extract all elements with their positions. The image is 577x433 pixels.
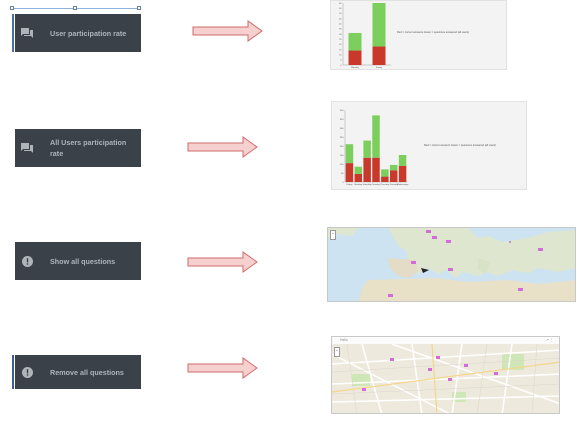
selection-handle[interactable] [137,6,141,10]
y-tick-label: 0 [342,182,344,184]
all-users-participation-rate-button[interactable]: All Users participation rate [15,129,141,167]
y-tick-label: 250 [340,137,344,139]
participation-chart: 605550454035302520151050Monday FridayRed … [339,3,469,69]
x-tick-label: Wednesday [397,184,409,186]
y-tick-label: 20 [339,44,342,46]
y-tick-label: 40 [339,23,342,25]
bar-correct [363,157,371,182]
chart-annotation: Red = correct answers Green = questions … [424,143,496,147]
map-tiles [328,228,575,301]
y-tick-label: 35 [339,29,342,31]
y-tick-label: 60 [339,3,342,5]
right-arrow [192,20,263,42]
y-tick-label: 15 [339,49,342,51]
info-icon [21,366,33,378]
y-tick-label: 0 [340,65,342,67]
user-participation-rate-button[interactable]: User participation rate [12,14,141,52]
bar-answered [372,115,380,158]
button-label: All Users participation rate [50,138,127,158]
bar-correct [372,46,386,65]
all-users-chart-panel: 400 350 300 250 200 150 100 50 0 Friday Monday Satu… [331,101,527,190]
bar-answered [389,164,398,171]
y-tick-label: 10 [339,54,342,56]
right-arrow [187,136,258,158]
y-tick-label: 5 [340,60,342,62]
x-tick-label: Monday [351,67,360,69]
button-label: User participation rate [50,28,127,38]
x-tick-label: Saturday [363,183,373,186]
selection-handle[interactable] [73,6,77,10]
y-tick-label: 350 [340,119,344,121]
bar-correct [372,157,380,182]
bar-correct [389,170,398,182]
right-arrow [187,357,258,379]
remove-all-questions-button[interactable]: Remove all questions [12,355,141,389]
bar-answered [348,32,362,51]
selection-outline-left [12,355,14,389]
y-tick-label: 55 [339,8,342,10]
y-tick-label: 200 [340,146,344,148]
zoom-in-button[interactable]: + [334,347,340,357]
bar-correct [345,163,354,182]
button-label: Show all questions [50,256,116,266]
y-tick-label: 400 [340,110,344,112]
bar-answered [363,140,371,158]
info-icon [21,255,33,267]
button-label: Remove all questions [50,367,124,377]
y-tick-label: 50 [339,13,342,15]
chart-annotation: Red = correct answers Green = questions … [397,30,469,34]
bar-answered [372,3,386,47]
y-tick-label: 25 [339,39,342,41]
bar-answered [354,166,363,174]
y-tick-label: 45 [339,18,342,20]
divider [141,255,143,263]
y-tick-label: 150 [340,155,344,157]
bar-correct [381,176,389,182]
selection-handle[interactable] [10,6,14,10]
right-arrow [187,251,258,273]
bar-answered [381,169,389,177]
y-tick-label: 50 [341,173,344,175]
forum-icon [21,142,33,154]
bar-correct [354,173,363,182]
all-users-chart: 400350300250200150100500Friday Monday Satu… [340,110,496,186]
europe-map[interactable]: + [327,227,576,302]
map-tiles [332,344,559,413]
x-tick-label: Friday [376,66,383,69]
selection-outline-left [12,14,14,52]
y-tick-label: 100 [340,164,344,166]
participation-chart-panel: 60 55 50 45 40 35 30 25 20 15 10 5 0 Monday Friday Red … [330,0,507,70]
map-title: Hello [340,338,348,342]
bar-answered [345,144,354,164]
show-all-questions-button[interactable]: Show all questions [15,242,143,280]
expand-icon[interactable]: ↗ ⋮ [546,337,553,344]
y-tick-label: 300 [340,128,344,130]
bar-correct [348,50,362,65]
city-map[interactable]: Hello ↗ ⋮ + [331,336,560,414]
forum-icon [21,27,33,39]
x-tick-label: Friday [346,183,353,186]
zoom-in-button[interactable]: + [330,230,336,240]
bar-answered [398,155,407,166]
y-tick-label: 30 [339,34,342,36]
bar-correct [398,165,407,182]
